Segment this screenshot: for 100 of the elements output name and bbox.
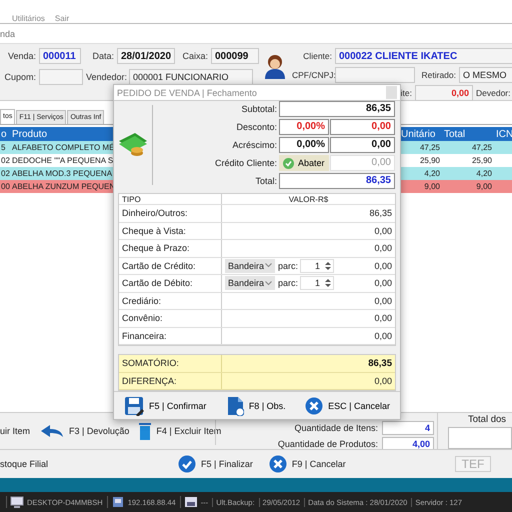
table-cell: 02: [0, 169, 11, 178]
spin-arrows-icon: [324, 260, 332, 271]
table-cell: 0,00: [374, 278, 392, 288]
table-cell: 0,00: [374, 260, 392, 271]
table-cell: 86,35: [369, 208, 392, 218]
table-cell: 0,00: [374, 330, 392, 341]
input-field[interactable]: 000001 FUNCIONARIO: [129, 69, 253, 85]
column-header: VALOR-R$: [288, 194, 330, 204]
spin-arrows-icon: [324, 278, 332, 288]
trash-icon: [139, 422, 152, 440]
field-label: Devedor:: [476, 88, 510, 98]
computer-icon: [10, 496, 24, 508]
chevron-down-icon: [265, 280, 272, 286]
field-label: Venda:: [6, 51, 36, 61]
input-field[interactable]: O MESMO: [459, 67, 512, 83]
computer-icon: [110, 496, 125, 508]
field-label: Desconto:: [235, 122, 277, 132]
field-label: Vendedor:: [86, 72, 126, 82]
table-cell-text: 9,00: [475, 182, 493, 191]
check-icon: [178, 455, 196, 473]
field-label: Quantidade de Produtos:: [278, 439, 378, 449]
table-cell: SOMATÓRIO:: [119, 355, 222, 372]
input-field[interactable]: [335, 67, 415, 83]
table-cell: Cheque à Prazo:: [119, 240, 222, 257]
input-field[interactable]: 4: [382, 421, 434, 435]
input-field[interactable]: 86,35: [279, 101, 395, 118]
input-field[interactable]: [39, 69, 83, 85]
input-field[interactable]: 0,00%: [279, 137, 329, 154]
column-header: Unitário: [400, 128, 436, 140]
column-header: Produto: [11, 128, 48, 140]
table-cell: Dinheiro/Outros:: [119, 205, 222, 222]
table-cell-text: 25,90: [470, 156, 493, 165]
table-cell: Cheque à Vista:: [119, 222, 222, 240]
tab[interactable]: stoque Filial: [0, 459, 178, 469]
input-field[interactable]: 000011: [39, 48, 81, 64]
table-cell: 02: [0, 156, 11, 165]
table-cell-text: 4,20: [423, 169, 441, 178]
table-cell: 0,00: [374, 226, 392, 236]
table-cell-text: 9,00: [423, 182, 441, 191]
toolbar-button[interactable]: F3 | Devolução: [40, 424, 130, 438]
dialog-button[interactable]: F5 | Confirmar: [124, 396, 206, 416]
table-cell: 0,00: [374, 296, 392, 306]
field-label: Data:: [91, 51, 114, 61]
floppy-icon: [124, 396, 144, 416]
input-field[interactable]: 86,35: [279, 173, 395, 190]
chevron-down-icon: [265, 263, 272, 268]
person-icon: [264, 53, 286, 79]
spin-field[interactable]: 1: [300, 276, 334, 290]
table-cell: 0,00: [374, 376, 392, 386]
input-field[interactable]: 000022 CLIENTE IKATEC: [335, 48, 512, 64]
input-field[interactable]: 0,00: [415, 84, 473, 100]
field-label: ite:: [400, 88, 412, 98]
table-cell-text: 47,25: [470, 143, 493, 152]
toolbar-button[interactable]: uir Item: [0, 426, 30, 436]
input-field[interactable]: 0,00: [330, 137, 395, 154]
toolbar-button[interactable]: F9 | Cancelar: [268, 455, 346, 473]
spin-field[interactable]: 1: [300, 258, 334, 273]
table-cell-text: 5: [0, 143, 6, 152]
column-header: o: [0, 128, 8, 140]
table-cell: 86,35: [368, 358, 392, 369]
table-cell: Crediário:: [119, 292, 222, 310]
table-cell: DIFERENÇA:: [119, 372, 222, 390]
window-title: nda: [0, 28, 16, 38]
field-label: Retirado:: [420, 70, 456, 80]
dropdown[interactable]: Bandeira: [225, 276, 275, 290]
table-cell: 0,00: [374, 243, 392, 254]
input-field[interactable]: [448, 426, 512, 448]
dropdown[interactable]: Bandeira: [225, 258, 275, 273]
column-header: TIPO: [119, 194, 222, 204]
input-field[interactable]: 000099: [211, 48, 259, 64]
toolbar-button[interactable]: F5 | Finalizar: [178, 455, 253, 473]
field-label: parc:: [278, 278, 298, 288]
input-field[interactable]: 28/01/2020: [117, 48, 175, 64]
field-label: Crédito Cliente:: [214, 158, 277, 168]
back-arrow-icon: [40, 424, 64, 438]
table-cell: Financeira:: [119, 328, 222, 344]
close-icon: [305, 396, 324, 415]
check-icon: [283, 158, 294, 169]
table-cell: Cartão de Crédito:: [119, 258, 222, 274]
toolbar-button[interactable]: F4 | Excluir Item: [139, 422, 222, 440]
table-cell: ABELHA MOD.3 PEQUENA: [11, 169, 113, 178]
menu-item[interactable]: Sair: [54, 14, 70, 23]
input-field[interactable]: 0,00: [330, 119, 395, 136]
dialog-button[interactable]: ESC | Cancelar: [305, 396, 390, 415]
menu-item[interactable]: Utilitários: [12, 14, 45, 23]
field-label: Total:: [254, 176, 277, 186]
table-cell: 00: [0, 182, 11, 191]
table-cell-text: 4,20: [475, 169, 493, 178]
table-cell: DEDOCHE ""A PEQUENA S: [11, 156, 113, 165]
table-cell: Convênio:: [119, 310, 222, 327]
input-field[interactable]: 0,00%: [279, 119, 329, 136]
table-cell-text: 47,25: [418, 143, 441, 152]
document-icon: [226, 396, 244, 416]
field-label: Quantidade de Itens:: [294, 423, 378, 433]
field-label: parc:: [278, 260, 298, 271]
dialog-button[interactable]: F8 | Obs.: [226, 396, 286, 416]
field-label: Cupom:: [3, 72, 36, 82]
close-button[interactable]: [386, 86, 397, 100]
field-label: Acréscimo:: [231, 140, 277, 150]
close-icon: [268, 455, 287, 473]
